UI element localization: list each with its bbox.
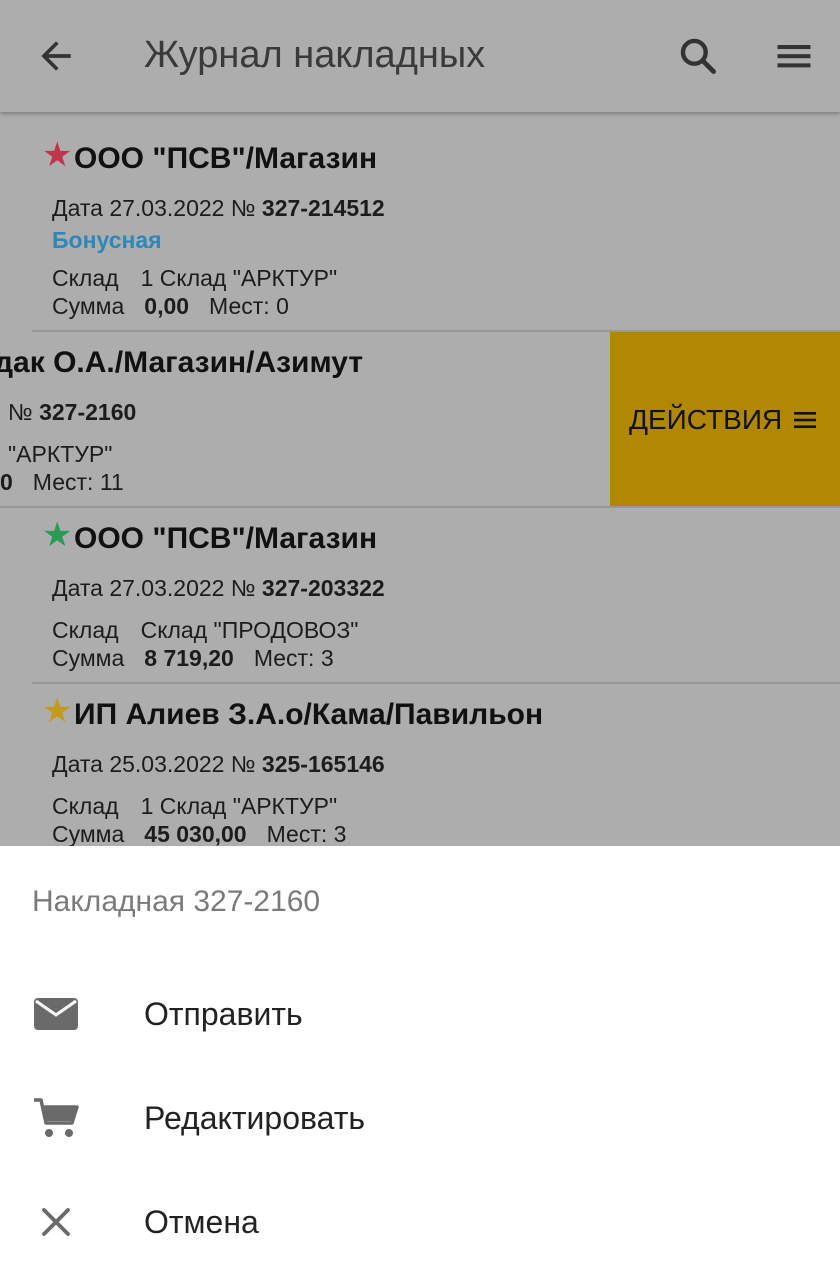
invoice-date-number: Дата 27.03.2022 № 327-203322 bbox=[52, 575, 385, 601]
edit-option-label: Редактировать bbox=[144, 1100, 366, 1136]
invoice-sum: Сумма 8 719,20 Мест: 3 bbox=[52, 645, 334, 671]
hamburger-menu-icon[interactable] bbox=[772, 34, 816, 78]
invoice-client-name: дак О.А./Магазин/Азимут bbox=[0, 346, 364, 379]
invoice-sum: Сумма 0,00 Мест: 0 bbox=[52, 293, 289, 319]
arrow-left-icon[interactable] bbox=[34, 34, 78, 78]
actions-button[interactable]: ДЕЙСТВИЯ bbox=[610, 332, 840, 508]
invoice-date-number: № 327-2160 bbox=[8, 399, 137, 425]
app-bar: Журнал накладных bbox=[0, 0, 840, 112]
invoice-list-item[interactable]: ★ ООО "ПСВ"/Магазин Дата 27.03.2022 № 32… bbox=[0, 508, 840, 684]
shopping-cart-icon bbox=[34, 1098, 79, 1137]
send-option[interactable]: Отправить bbox=[0, 962, 840, 1066]
invoice-sum: Сумма 45 030,00 Мест: 3 bbox=[52, 821, 347, 846]
sheet-title: Накладная 327-2160 bbox=[32, 885, 321, 918]
invoice-tag-bonus: Бонусная bbox=[52, 227, 162, 253]
close-icon bbox=[42, 1208, 70, 1236]
hamburger-menu-icon bbox=[794, 412, 816, 428]
invoice-client-name: ООО "ПСВ"/Магазин bbox=[74, 142, 378, 175]
invoice-warehouse: Склад 1 Склад "АРКТУР" bbox=[52, 793, 338, 819]
cancel-option-label: Отмена bbox=[144, 1204, 259, 1240]
actions-label: ДЕЙСТВИЯ bbox=[629, 404, 783, 435]
invoice-journal-screen: Журнал накладных ★ ООО "ПСВ"/Магазин Дат… bbox=[0, 0, 840, 846]
invoice-warehouse: Склад 1 Склад "АРКТУР" bbox=[52, 265, 338, 291]
send-option-label: Отправить bbox=[144, 996, 303, 1032]
star-icon: ★ bbox=[42, 516, 73, 554]
invoice-client-name: ООО "ПСВ"/Магазин bbox=[74, 522, 378, 555]
invoice-list-item[interactable]: дак О.А./Магазин/Азимут № 327-2160 "АРКТ… bbox=[0, 332, 840, 508]
invoice-date-number: Дата 25.03.2022 № 325-165146 bbox=[52, 751, 385, 777]
invoice-list-item[interactable]: ★ ИП Алиев З.А.о/Кама/Павильон Дата 25.0… bbox=[0, 684, 840, 846]
invoice-date-number: Дата 27.03.2022 № 327-214512 bbox=[52, 195, 385, 221]
search-icon[interactable] bbox=[676, 34, 720, 78]
bottom-sheet: Накладная 327-2160 Отправить Редактирова… bbox=[0, 846, 840, 1278]
edit-option[interactable]: Редактировать bbox=[0, 1066, 840, 1170]
invoice-warehouse: Склад Склад "ПРОДОВОЗ" bbox=[52, 617, 359, 643]
star-icon: ★ bbox=[42, 136, 73, 174]
star-icon: ★ bbox=[42, 692, 73, 730]
invoice-warehouse: "АРКТУР" bbox=[8, 441, 113, 467]
invoice-sum: 0 Мест: 11 bbox=[0, 469, 124, 495]
envelope-icon bbox=[34, 998, 78, 1030]
cancel-option[interactable]: Отмена bbox=[0, 1170, 840, 1274]
invoice-list-item[interactable]: ★ ООО "ПСВ"/Магазин Дата 27.03.2022 № 32… bbox=[0, 112, 840, 332]
invoice-client-name: ИП Алиев З.А.о/Кама/Павильон bbox=[74, 698, 544, 731]
page-title: Журнал накладных bbox=[144, 34, 486, 76]
